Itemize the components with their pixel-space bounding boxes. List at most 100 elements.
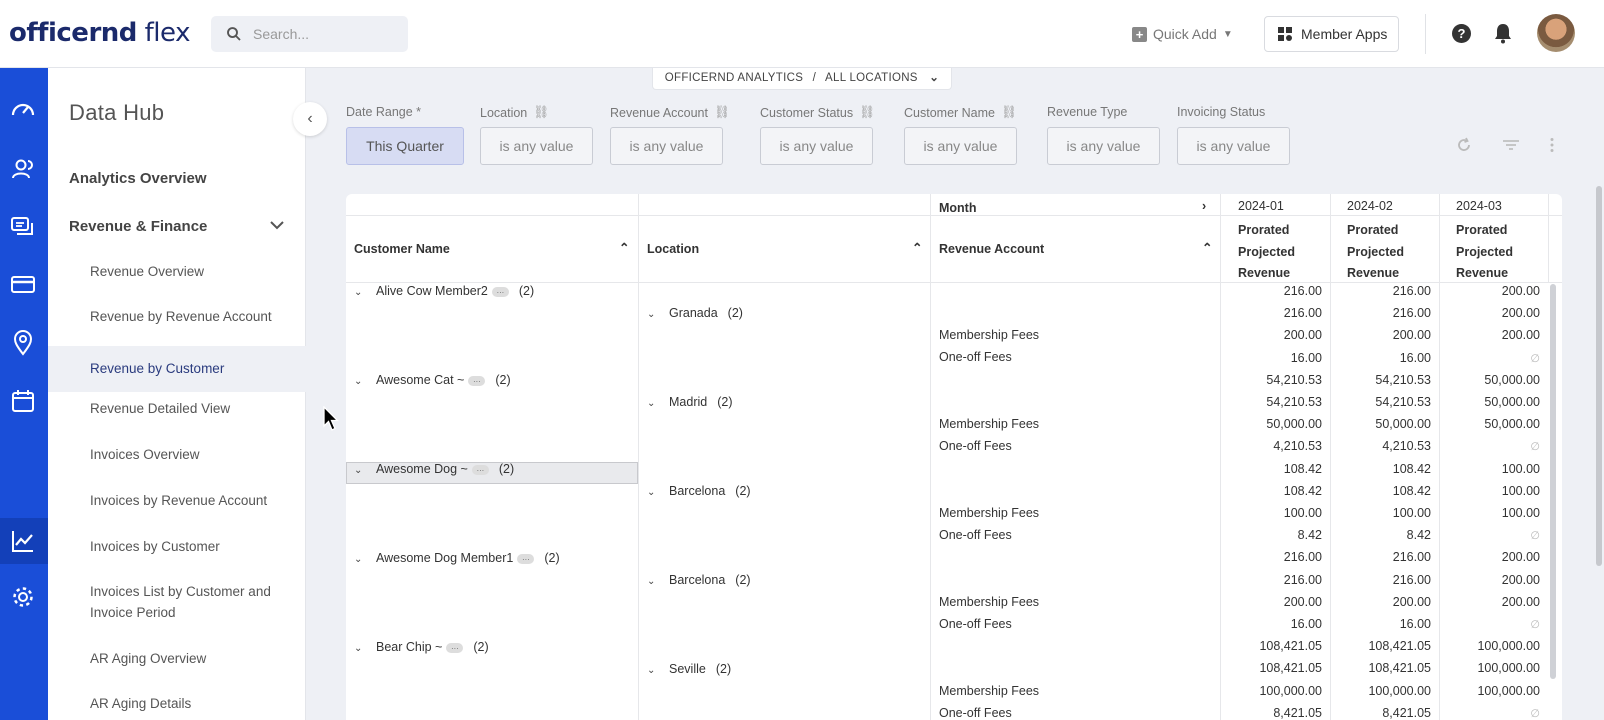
revenue-value-cell: 108.42 xyxy=(1392,461,1431,476)
sidebar-item-revenue-overview[interactable]: Revenue Overview xyxy=(48,261,306,283)
column-header-revenue-account[interactable]: Revenue Account xyxy=(939,242,1044,256)
col-separator xyxy=(930,194,931,720)
month-header: 2024-02 xyxy=(1347,199,1393,213)
filter-location[interactable]: is any value xyxy=(480,127,593,165)
card-icon[interactable] xyxy=(10,272,36,298)
breadcrumb[interactable]: OFFICERND ANALYTICS / ALL LOCATIONS ⌄ xyxy=(652,68,952,90)
filter-label-date-range: Date Range * xyxy=(346,105,422,119)
sidebar-item-ar-aging-overview[interactable]: AR Aging Overview xyxy=(48,648,306,670)
member-apps-button[interactable]: Member Apps xyxy=(1264,16,1399,52)
quick-add-button[interactable]: + Quick Add ▼ xyxy=(1132,24,1233,44)
table-scrollbar[interactable] xyxy=(1550,284,1556,679)
sort-up-icon[interactable]: ⌃ xyxy=(912,240,922,255)
filter-invoicing-status[interactable]: is any value xyxy=(1177,127,1290,165)
col-separator xyxy=(1439,194,1440,720)
top-bar: officernd flex Search... + Quick Add ▼ M… xyxy=(0,0,1604,68)
topbar-divider xyxy=(1425,14,1426,54)
sidebar-item-revenue-by-customer[interactable]: Revenue by Customer xyxy=(48,346,306,392)
breadcrumb-root: OFFICERND ANALYTICS xyxy=(664,72,804,84)
revenue-value-cell: ∅ xyxy=(1530,441,1540,454)
chevron-down-icon: ⌄ xyxy=(354,376,363,387)
column-header-customer-name[interactable]: Customer Name xyxy=(354,242,450,256)
revenue-value-cell: 216.00 xyxy=(1283,550,1322,565)
sidebar-item-invoices-list-line2[interactable]: Invoice Period xyxy=(48,602,306,624)
location-row[interactable]: ⌄ Madrid (2) xyxy=(647,395,733,409)
officernd-flex-logo[interactable]: officernd flex xyxy=(9,18,190,48)
pivot-table: Month › 2024-01 2024-02 2024-03 Customer… xyxy=(346,194,1562,720)
calendar-icon[interactable] xyxy=(10,388,36,414)
more-vertical-icon[interactable] xyxy=(1549,137,1555,153)
revenue-value-cell: 100,000.00 xyxy=(1259,683,1322,698)
revenue-value-cell: 200.00 xyxy=(1283,594,1322,609)
sidebar-item-invoices-overview[interactable]: Invoices Overview xyxy=(48,444,306,466)
sort-up-icon[interactable]: ⌃ xyxy=(619,240,629,255)
sidebar-item-ar-aging-details[interactable]: AR Aging Details xyxy=(48,693,306,715)
chevron-down-icon[interactable] xyxy=(270,221,284,230)
gear-icon[interactable] xyxy=(10,584,36,610)
user-avatar[interactable] xyxy=(1537,14,1575,52)
customer-row[interactable]: ⌄ Awesome Dog ~… (2) xyxy=(354,462,514,476)
location-row[interactable]: ⌄ Barcelona (2) xyxy=(647,573,751,587)
collapse-sidebar-button[interactable]: ‹ xyxy=(293,102,327,136)
users-icon[interactable] xyxy=(10,156,36,182)
revenue-value-cell: 100.00 xyxy=(1392,506,1431,520)
location-row[interactable]: ⌄ Granada (2) xyxy=(647,306,743,320)
chevron-down-icon: ⌄ xyxy=(929,72,940,84)
refresh-icon[interactable] xyxy=(1456,137,1472,153)
customer-row[interactable]: ⌄ Awesome Cat ~… (2) xyxy=(354,373,511,387)
filter-lines-icon[interactable] xyxy=(1502,137,1520,153)
sidebar-section-revenue-finance[interactable]: Revenue & Finance xyxy=(69,218,207,235)
sidebar-item-invoices-by-customer[interactable]: Invoices by Customer xyxy=(48,536,306,558)
filter-customer-status[interactable]: is any value xyxy=(760,127,873,165)
filter-date-range[interactable]: This Quarter xyxy=(346,127,464,165)
plus-icon: + xyxy=(1132,26,1147,42)
revenue-value-cell: 200.00 xyxy=(1501,328,1540,343)
location-row[interactable]: ⌄ Seville (2) xyxy=(647,662,731,676)
customer-row[interactable]: ⌄ Bear Chip ~… (2) xyxy=(354,640,489,654)
sidebar-section-analytics-overview[interactable]: Analytics Overview xyxy=(69,170,207,187)
sidebar-item-revenue-by-revenue-account[interactable]: Revenue by Revenue Account xyxy=(48,306,306,328)
location-pin-icon[interactable] xyxy=(10,330,36,356)
filter-revenue-type[interactable]: is any value xyxy=(1047,127,1160,165)
left-nav-rail xyxy=(0,68,48,720)
breadcrumb-separator: / xyxy=(812,72,817,84)
customer-row[interactable]: ⌄ Alive Cow Member2… (2) xyxy=(354,284,534,298)
revenue-value-cell: 50,000.00 xyxy=(1375,417,1431,432)
breadcrumb-current: ALL LOCATIONS xyxy=(825,72,918,84)
analytics-chart-icon[interactable] xyxy=(10,528,36,554)
sidebar-item-revenue-detailed-view[interactable]: Revenue Detailed View xyxy=(48,398,306,420)
location-row[interactable]: ⌄ Barcelona (2) xyxy=(647,484,751,498)
filter-revenue-account[interactable]: is any value xyxy=(610,127,723,165)
revenue-account-label: One-off Fees xyxy=(939,350,1012,364)
sort-up-icon[interactable]: ⌃ xyxy=(1202,240,1212,255)
filter-customer-name[interactable]: is any value xyxy=(904,127,1017,165)
revenue-value-cell: 200.00 xyxy=(1392,594,1431,609)
revenue-value-cell: 200.00 xyxy=(1283,328,1322,343)
revenue-value-cell: 108.42 xyxy=(1283,483,1322,498)
revenue-value-cell: 108,421.05 xyxy=(1259,639,1322,654)
revenue-value-cell: 100,000.00 xyxy=(1477,639,1540,654)
sidebar-item-invoices-by-revenue-account[interactable]: Invoices by Revenue Account xyxy=(48,490,306,512)
column-header-location[interactable]: Location xyxy=(647,242,699,256)
sidebar-title: Data Hub xyxy=(69,100,165,125)
customer-row[interactable]: ⌄ Awesome Dog Member1… (2) xyxy=(354,551,560,565)
revenue-value-cell: ∅ xyxy=(1530,352,1540,365)
month-header: 2024-01 xyxy=(1238,199,1284,213)
help-icon[interactable]: ? xyxy=(1452,24,1471,43)
revenue-value-cell: 108.42 xyxy=(1283,461,1322,476)
chat-icon[interactable] xyxy=(10,214,36,240)
revenue-account-label: One-off Fees xyxy=(939,617,1012,631)
chevron-right-icon[interactable]: › xyxy=(1202,199,1206,213)
revenue-value-cell: 200.00 xyxy=(1501,284,1540,298)
link-icon: ⛓ xyxy=(533,105,550,119)
chevron-down-icon: ⌄ xyxy=(647,487,656,498)
revenue-value-cell: 216.00 xyxy=(1392,306,1431,321)
sidebar-item-invoices-list-line1[interactable]: Invoices List by Customer and xyxy=(48,581,306,603)
search-input[interactable]: Search... xyxy=(211,16,408,52)
revenue-account-label: One-off Fees xyxy=(939,706,1012,720)
notification-bell-icon[interactable] xyxy=(1493,23,1513,44)
speedometer-icon[interactable] xyxy=(10,97,36,123)
revenue-value-cell: 216.00 xyxy=(1283,306,1322,321)
revenue-value-cell: 200.00 xyxy=(1501,306,1540,321)
page-scrollbar[interactable] xyxy=(1596,186,1602,566)
